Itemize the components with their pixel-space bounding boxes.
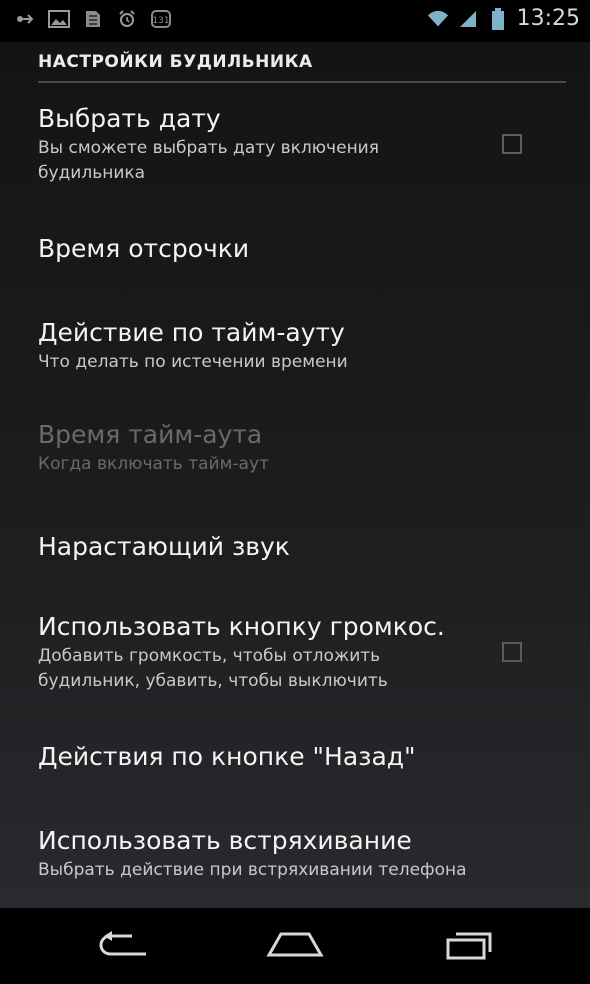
select-date-checkbox[interactable]	[502, 134, 522, 154]
pref-back-button-action[interactable]: Действия по кнопке "Назад"	[38, 742, 508, 771]
storage-icon	[82, 8, 104, 30]
back-button[interactable]	[88, 926, 158, 966]
recent-apps-button[interactable]	[436, 926, 506, 966]
pref-title: Выбрать дату	[38, 104, 221, 133]
pref-title: Использовать кнопку громкос.	[38, 612, 445, 641]
pref-snooze-time[interactable]: Время отсрочки	[38, 234, 508, 263]
pref-title: Использовать встряхивание	[38, 826, 412, 855]
pref-summary: будильника	[38, 163, 146, 183]
recent-apps-icon	[444, 928, 498, 964]
section-header: НАСТРОЙКИ БУДИЛЬНИКА	[38, 52, 566, 83]
pref-title: Действия по кнопке "Назад"	[38, 742, 416, 771]
pref-title: Нарастающий звук	[38, 532, 290, 561]
pref-crescendo-sound[interactable]: Нарастающий звук	[38, 532, 508, 561]
pref-timeout-time: Время тайм-аута Когда включать тайм-аут	[38, 420, 508, 477]
pref-title: Действие по тайм-ауту	[38, 318, 345, 347]
pref-summary: Выбрать действие при встряхивании телефо…	[38, 860, 467, 880]
pref-shake[interactable]: Использовать встряхивание Выбрать действ…	[38, 826, 508, 883]
pref-title: Время тайм-аута	[38, 420, 263, 449]
pref-summary: Вы сможете выбрать дату включения	[38, 138, 379, 158]
home-icon	[266, 930, 324, 962]
pref-title: Время отсрочки	[38, 234, 250, 263]
battery-icon	[487, 7, 509, 30]
pref-summary: Когда включать тайм-аут	[38, 454, 269, 474]
back-icon	[96, 930, 150, 962]
pref-summary: будильник, убавить, чтобы выключить	[38, 671, 388, 691]
wifi-icon	[427, 8, 449, 30]
status-bar: 131 13:25	[0, 0, 590, 42]
navigation-bar	[0, 908, 590, 984]
pref-summary: Что делать по истечении времени	[38, 352, 348, 372]
pref-summary: Добавить громкость, чтобы отложить	[38, 646, 381, 666]
pref-select-date[interactable]: Выбрать дату Вы сможете выбрать дату вкл…	[38, 104, 508, 186]
pref-timeout-action[interactable]: Действие по тайм-ауту Что делать по исте…	[38, 318, 508, 375]
pref-volume-button[interactable]: Использовать кнопку громкос. Добавить гр…	[38, 612, 508, 694]
clock-time: 13:25	[516, 6, 580, 31]
sim-icon: 131	[150, 8, 172, 30]
alarm-clock-icon	[116, 8, 138, 30]
settings-list: НАСТРОЙКИ БУДИЛЬНИКА Выбрать дату Вы смо…	[0, 42, 590, 908]
usb-icon	[14, 8, 36, 30]
svg-text:131: 131	[152, 16, 169, 26]
signal-icon	[457, 8, 479, 30]
image-icon	[48, 8, 70, 30]
volume-button-checkbox[interactable]	[502, 642, 522, 662]
home-button[interactable]	[260, 926, 330, 966]
